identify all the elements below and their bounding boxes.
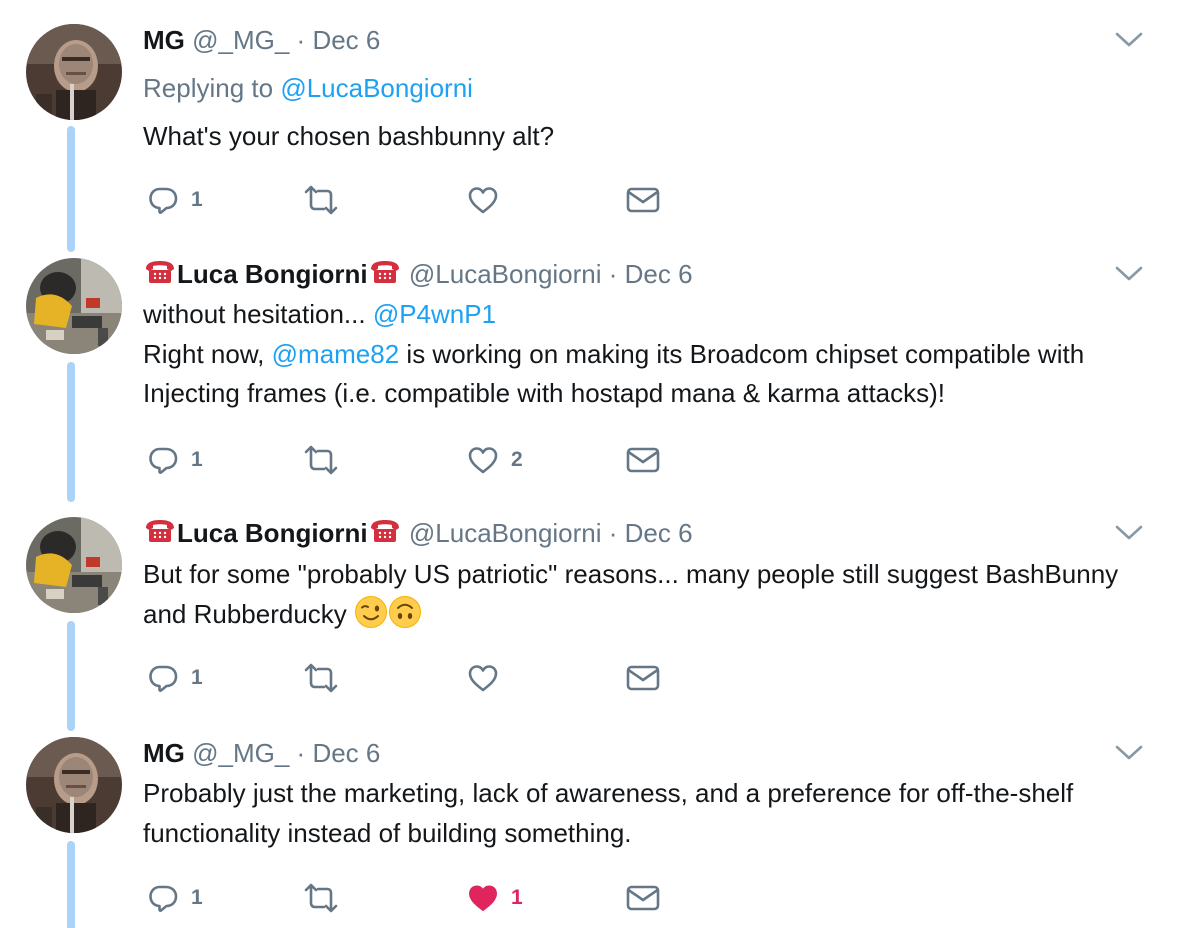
author-name[interactable]: Luca Bongiorni [177, 518, 368, 548]
retweet-icon [301, 882, 341, 914]
like-button[interactable]: 1 [467, 880, 523, 916]
tweet-actions: 1 2 [143, 442, 703, 478]
replying-to-label: Replying to [143, 73, 281, 103]
chevron-down-icon[interactable] [1114, 523, 1144, 543]
thread-line [67, 841, 75, 928]
text-segment: But for some "probably US patriotic" rea… [143, 559, 1119, 629]
retweet-button[interactable] [301, 660, 341, 696]
telephone-emoji [143, 259, 177, 285]
envelope-icon [625, 882, 661, 914]
tweet-header: Luca Bongiorni @LucaBongiorni · Dec 6 [143, 256, 693, 292]
retweet-icon [301, 444, 341, 476]
reply-button[interactable]: 1 [147, 442, 203, 478]
avatar[interactable] [26, 258, 122, 354]
reply-count: 1 [191, 666, 203, 689]
like-button[interactable] [467, 660, 499, 696]
retweet-button[interactable] [301, 442, 341, 478]
reply-button[interactable]: 1 [147, 182, 203, 218]
chevron-down-icon[interactable] [1114, 30, 1144, 50]
mention-link[interactable]: @mame82 [272, 339, 400, 369]
reply-button[interactable]: 1 [147, 880, 203, 916]
replying-to-handle[interactable]: @LucaBongiorni [280, 73, 473, 103]
direct-message-button[interactable] [625, 442, 661, 478]
author-name[interactable]: MG [143, 738, 185, 768]
winking-face-emoji [354, 595, 388, 629]
author-handle[interactable]: @LucaBongiorni [409, 259, 602, 289]
tweet-actions: 1 [143, 660, 703, 696]
avatar[interactable] [26, 737, 122, 833]
reply-icon [147, 662, 179, 694]
retweet-icon [301, 184, 341, 216]
like-button[interactable] [467, 182, 499, 218]
thread-line [67, 126, 75, 252]
text-segment: without hesitation... [143, 299, 373, 329]
author-handle[interactable]: @_MG_ [192, 25, 289, 55]
author-name[interactable]: Luca Bongiorni [177, 259, 368, 289]
envelope-icon [625, 444, 661, 476]
direct-message-button[interactable] [625, 660, 661, 696]
tweet-date[interactable]: Dec 6 [625, 259, 693, 289]
tweet-date[interactable]: Dec 6 [312, 738, 380, 768]
tweet-text: What's your chosen bashbunny alt? [143, 121, 555, 151]
retweet-icon [301, 662, 341, 694]
tweet-text: Probably just the marketing, lack of awa… [143, 778, 1074, 848]
heart-icon [467, 882, 499, 914]
like-count: 2 [511, 448, 523, 471]
retweet-button[interactable] [301, 880, 341, 916]
conversation-thread: MG @_MG_ · Dec 6 Replying to @LucaBongio… [0, 0, 1180, 928]
reply-icon [147, 184, 179, 216]
author-name[interactable]: MG [143, 25, 185, 55]
reply-count: 1 [191, 188, 203, 211]
replying-to: Replying to @LucaBongiorni [143, 70, 473, 106]
tweet-date[interactable]: Dec 6 [312, 25, 380, 55]
like-button[interactable]: 2 [467, 442, 523, 478]
reply-button[interactable]: 1 [147, 660, 203, 696]
tweet-text: without hesitation... @P4wnP1 Right now,… [143, 295, 1133, 414]
reply-count: 1 [191, 448, 203, 471]
tweet-text: But for some "probably US patriotic" rea… [143, 555, 1133, 634]
chevron-down-icon[interactable] [1114, 264, 1144, 284]
tweet-date[interactable]: Dec 6 [625, 518, 693, 548]
avatar[interactable] [26, 24, 122, 120]
upside-down-face-emoji [388, 595, 422, 629]
thread-line [67, 621, 75, 731]
separator: · [289, 25, 313, 55]
retweet-button[interactable] [301, 182, 341, 218]
mention-link[interactable]: @P4wnP1 [373, 299, 496, 329]
direct-message-button[interactable] [625, 182, 661, 218]
avatar[interactable] [26, 517, 122, 613]
envelope-icon [625, 184, 661, 216]
heart-icon [467, 444, 499, 476]
author-handle[interactable]: @LucaBongiorni [409, 518, 602, 548]
heart-icon [467, 662, 499, 694]
tweet-header: MG @_MG_ · Dec 6 [143, 22, 380, 58]
tweet-actions: 1 [143, 182, 703, 218]
separator: · [601, 518, 625, 548]
telephone-emoji [368, 259, 402, 285]
separator: · [289, 738, 313, 768]
text-segment: Right now, [143, 338, 272, 369]
telephone-emoji [143, 518, 177, 544]
separator: · [601, 259, 625, 289]
tweet-actions: 1 1 [143, 880, 703, 916]
tweet-header: Luca Bongiorni @LucaBongiorni · Dec 6 [143, 515, 693, 551]
envelope-icon [625, 662, 661, 694]
direct-message-button[interactable] [625, 880, 661, 916]
heart-icon [467, 184, 499, 216]
thread-line [67, 362, 75, 502]
reply-icon [147, 444, 179, 476]
like-count: 1 [511, 886, 523, 909]
chevron-down-icon[interactable] [1114, 743, 1144, 763]
telephone-emoji [368, 518, 402, 544]
author-handle[interactable]: @_MG_ [192, 738, 289, 768]
reply-count: 1 [191, 886, 203, 909]
reply-icon [147, 882, 179, 914]
tweet-header: MG @_MG_ · Dec 6 [143, 735, 380, 771]
